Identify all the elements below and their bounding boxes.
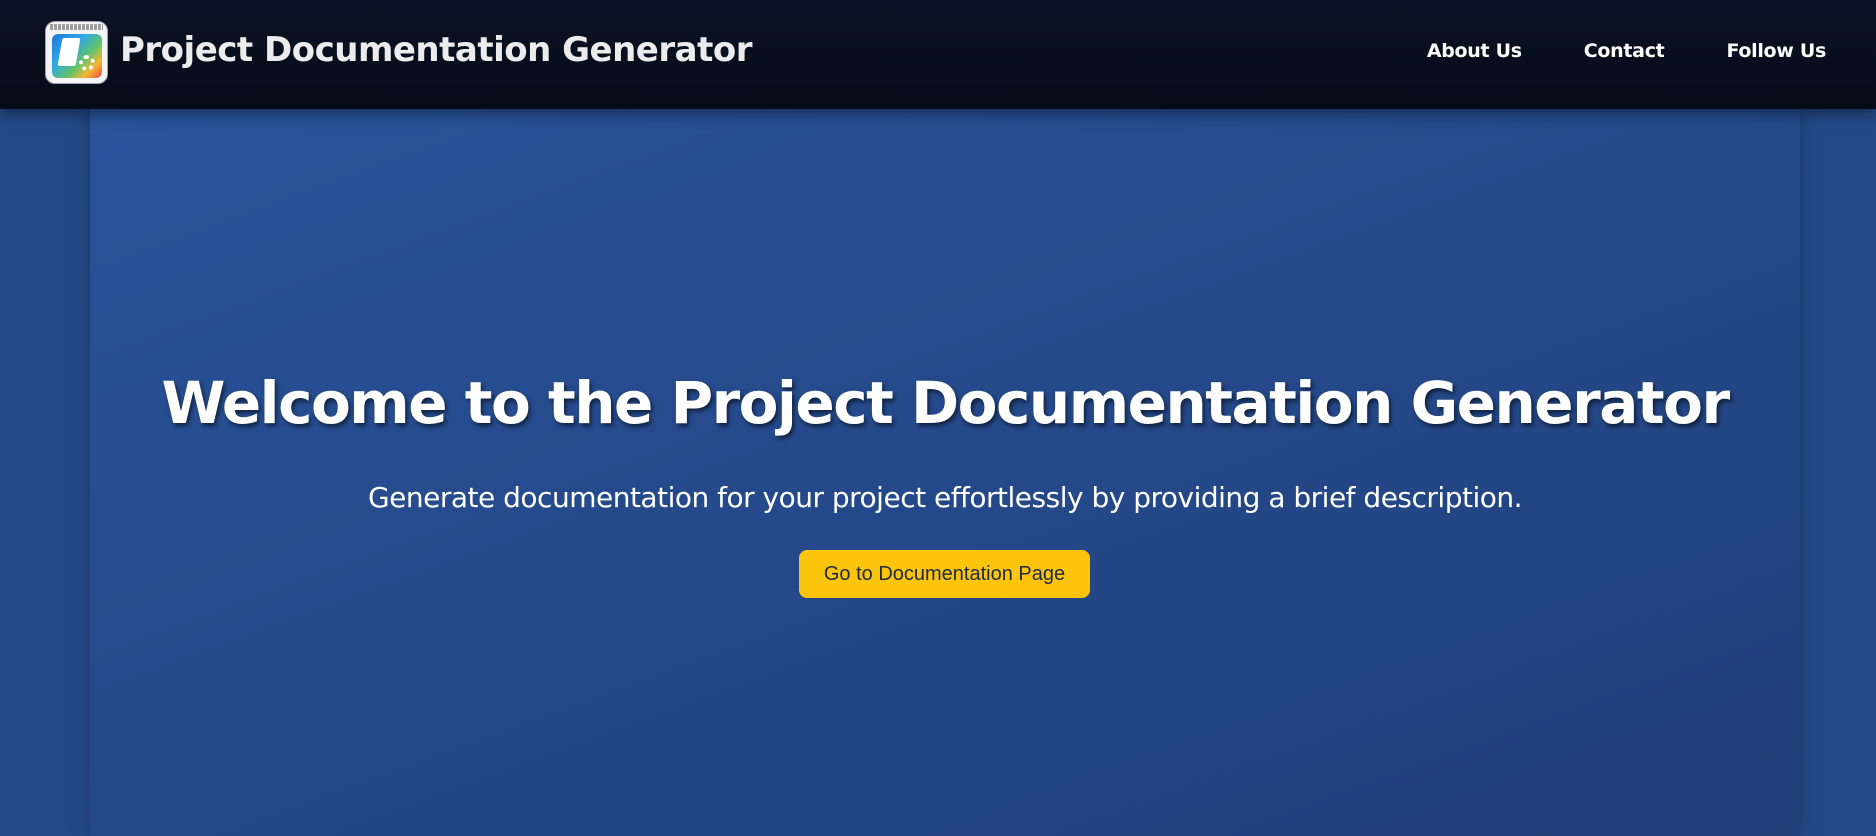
- nav-about-us-link[interactable]: About Us: [1427, 40, 1522, 62]
- brand-title[interactable]: Project Documentation Generator: [120, 30, 752, 70]
- logo-fine-print: [50, 24, 103, 30]
- hero-title: Welcome to the Project Documentation Gen…: [161, 369, 1730, 437]
- top-navbar: Project Documentation Generator About Us…: [0, 0, 1876, 109]
- hero-section: Welcome to the Project Documentation Gen…: [90, 109, 1800, 836]
- nav-contact-link[interactable]: Contact: [1584, 40, 1665, 62]
- hero-subtitle: Generate documentation for your project …: [367, 481, 1523, 514]
- nav-links: About Us Contact Follow Us: [1427, 40, 1826, 62]
- gear-icon: [79, 55, 95, 71]
- go-to-documentation-button[interactable]: Go to Documentation Page: [799, 550, 1090, 598]
- nav-follow-us-link[interactable]: Follow Us: [1726, 40, 1826, 62]
- app-logo-icon[interactable]: [45, 21, 108, 84]
